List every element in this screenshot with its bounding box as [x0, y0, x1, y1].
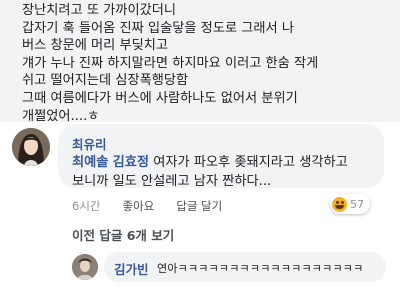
reaction-badge[interactable]: 57	[330, 194, 370, 214]
post-text-block: 장난치려고 또 가까이갔더니 갑자기 훅 들어옴 진짜 입술닿을 정도로 그래서…	[0, 0, 400, 124]
commenter-avatar[interactable]	[12, 128, 50, 166]
comment-timestamp[interactable]: 6시간	[72, 198, 100, 214]
reply-button[interactable]: 답글 달기	[176, 198, 222, 214]
comment-actions: 6시간 좋아요 답글 달기	[72, 198, 244, 214]
reaction-count: 57	[350, 197, 364, 211]
view-previous-replies-link[interactable]: 이전 답글 6개 보기	[72, 225, 174, 244]
reply-text: 연아ㅋㅋㅋㅋㅋㅋㅋㅋㅋㅋㅋㅋㅋㅋㅋㅋㅋㅋ	[157, 262, 364, 275]
comment-text-line: 보니까 일도 안설레고 남자 짠하다...	[72, 174, 272, 189]
reply-author-name[interactable]: 김가빈	[114, 259, 149, 278]
like-button[interactable]: 좋아요	[122, 198, 154, 214]
comment-author-name[interactable]: 최유리	[72, 134, 107, 153]
reply-avatar[interactable]	[72, 254, 98, 280]
reply-avatar-image	[72, 254, 98, 280]
haha-emoji-icon	[332, 196, 347, 212]
comment-text-line: 여자가 파오후 좆돼지라고 생각하고	[149, 155, 348, 170]
comment-body: 최예솔 김효정 여자가 파오후 좆돼지라고 생각하고 보니까 일도 안설레고 남…	[72, 153, 372, 191]
profile-avatar	[12, 128, 50, 166]
mention-tag[interactable]: 김효정	[113, 155, 149, 170]
mention-tag[interactable]: 최예솔	[72, 155, 108, 170]
post-text: 장난치려고 또 가까이갔더니 갑자기 훅 들어옴 진짜 입술닿을 정도로 그래서…	[22, 3, 319, 124]
